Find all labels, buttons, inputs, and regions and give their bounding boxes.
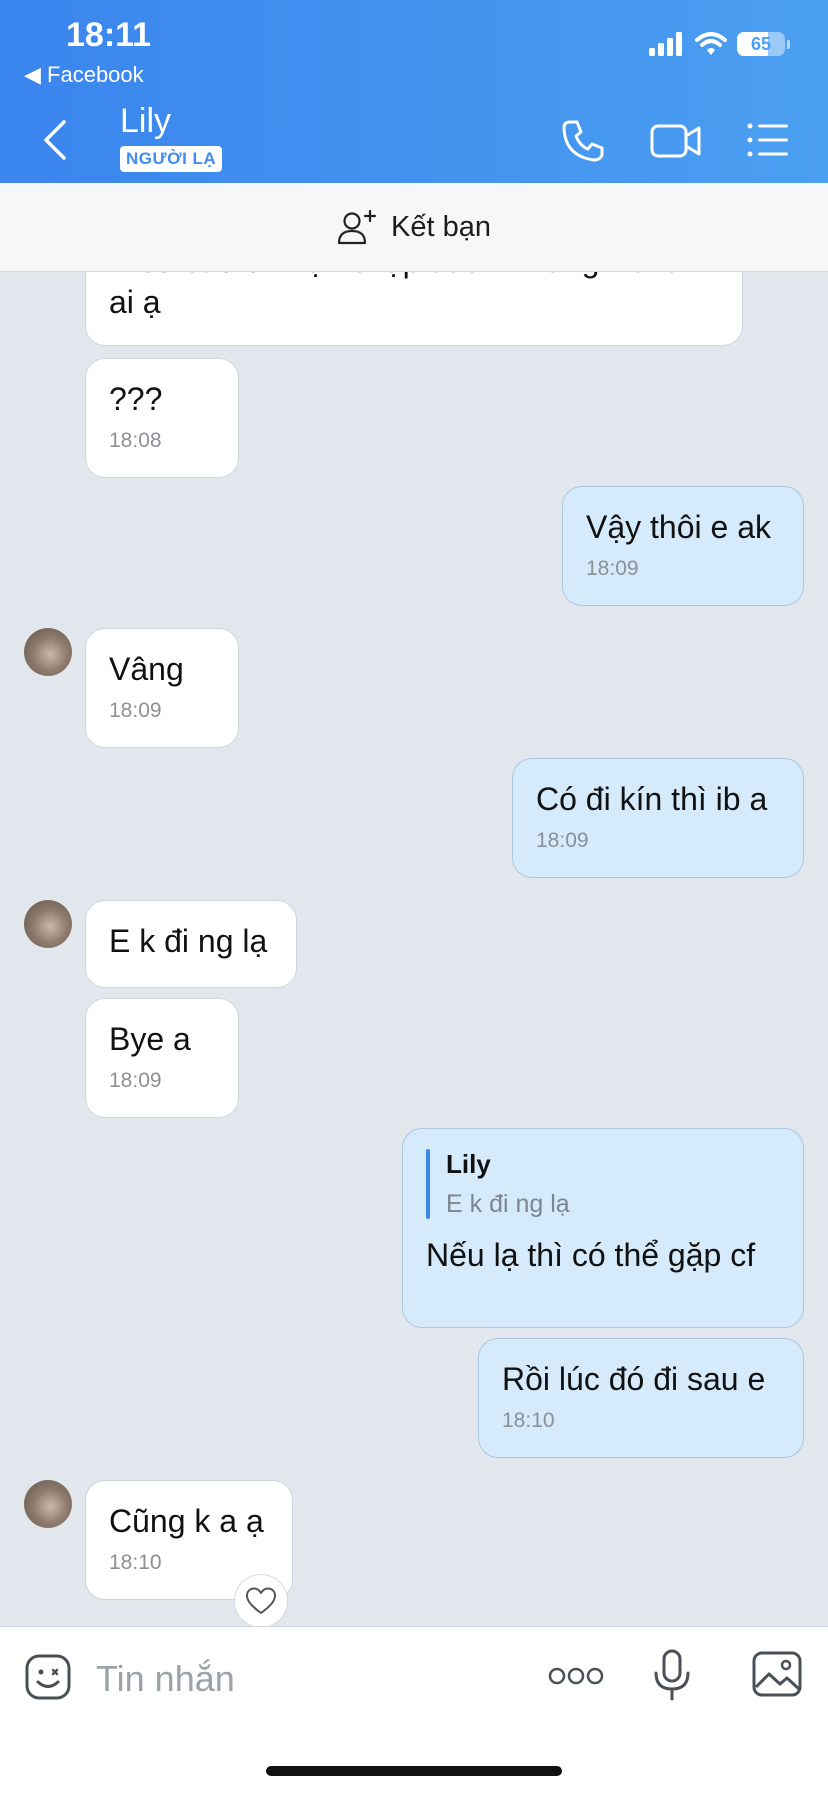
message-time: 18:09 xyxy=(109,1069,162,1092)
message-time: 18:10 xyxy=(502,1409,555,1432)
message-text: Cũng k a ạ xyxy=(109,1503,264,1539)
message-bubble-incoming[interactable]: Vâng 18:09 xyxy=(85,628,239,748)
message-text: Có đi kín thì ib a xyxy=(536,781,768,817)
quoted-text: E k đi ng lạ xyxy=(446,1190,570,1218)
wifi-icon xyxy=(695,32,727,55)
message-bubble-outgoing[interactable]: Có đi kín thì ib a 18:09 xyxy=(512,758,804,878)
video-call-icon[interactable] xyxy=(650,118,702,164)
message-bubble-incoming[interactable]: Bye a 18:09 xyxy=(85,998,239,1118)
quoted-message[interactable]: Lily E k đi ng lạ xyxy=(426,1149,779,1219)
message-text: Vậy thôi e ak xyxy=(586,509,771,545)
back-to-facebook-link[interactable]: ◀ Facebook xyxy=(24,62,144,88)
battery-level-text: 65 xyxy=(750,33,772,54)
message-bubble-outgoing[interactable]: Vậy thôi e ak 18:09 xyxy=(562,486,804,606)
quoted-sender-name: Lily xyxy=(446,1149,491,1179)
battery-icon: 65 xyxy=(737,32,785,56)
microphone-icon[interactable] xyxy=(652,1649,692,1703)
add-friend-icon xyxy=(337,209,377,245)
contact-avatar[interactable] xyxy=(24,628,72,676)
message-bubble-outgoing-reply[interactable]: Lily E k đi ng lạ Nếu lạ thì có thể gặp … xyxy=(402,1128,804,1328)
phone-call-icon[interactable] xyxy=(560,118,606,164)
contact-name[interactable]: Lily xyxy=(120,102,171,141)
signal-icon xyxy=(649,32,682,56)
message-text: Vâng xyxy=(109,651,184,687)
heart-icon xyxy=(246,1587,276,1614)
home-indicator xyxy=(266,1766,562,1776)
more-options-icon[interactable] xyxy=(548,1665,604,1687)
status-time: 18:11 xyxy=(66,16,152,54)
add-friend-label: Kết bạn xyxy=(391,210,491,243)
message-text: Nếu lạ thì có thể gặp cf xyxy=(426,1237,756,1273)
message-time: 18:09 xyxy=(536,829,589,852)
chat-header: 18:11 ◀ Facebook 65 Lily NGƯỜI LẠ xyxy=(0,0,828,183)
message-list[interactable]: E có báo e nhận chặp đâu . Thằng kia là … xyxy=(0,272,828,1626)
react-heart-button[interactable] xyxy=(234,1574,288,1626)
sticker-emoji-icon[interactable] xyxy=(24,1653,72,1701)
status-icons: 65 xyxy=(649,32,790,56)
image-gallery-icon[interactable] xyxy=(752,1651,802,1697)
message-text: E k đi ng lạ xyxy=(109,923,268,959)
message-time: 18:09 xyxy=(109,699,162,722)
message-text: ??? xyxy=(109,381,163,417)
contact-avatar[interactable] xyxy=(24,1480,72,1528)
message-time: 18:09 xyxy=(586,557,639,580)
quote-bar xyxy=(426,1149,430,1219)
message-bubble-incoming[interactable]: ??? 18:08 xyxy=(85,358,239,478)
message-bubble-outgoing[interactable]: Rồi lúc đó đi sau e 18:10 xyxy=(478,1338,804,1458)
message-text: E có báo e nhận chặp đâu . Thằng kia là xyxy=(109,272,718,282)
back-arrow-icon[interactable] xyxy=(40,118,70,162)
message-time: 18:08 xyxy=(109,429,162,452)
contact-avatar[interactable] xyxy=(24,900,72,948)
menu-list-icon[interactable] xyxy=(746,118,790,162)
message-bubble-incoming[interactable]: E k đi ng lạ xyxy=(85,900,297,988)
message-text: Bye a xyxy=(109,1021,191,1057)
battery-tip xyxy=(787,39,790,49)
message-input[interactable] xyxy=(94,1651,518,1707)
message-text: ai ạ xyxy=(109,284,161,320)
add-friend-button[interactable]: Kết bạn xyxy=(0,183,828,272)
stranger-badge: NGƯỜI LẠ xyxy=(120,146,223,172)
message-time: 18:10 xyxy=(109,1551,162,1574)
message-bubble-incoming[interactable]: E có báo e nhận chặp đâu . Thằng kia là … xyxy=(85,272,743,346)
message-text: Rồi lúc đó đi sau e xyxy=(502,1361,766,1397)
